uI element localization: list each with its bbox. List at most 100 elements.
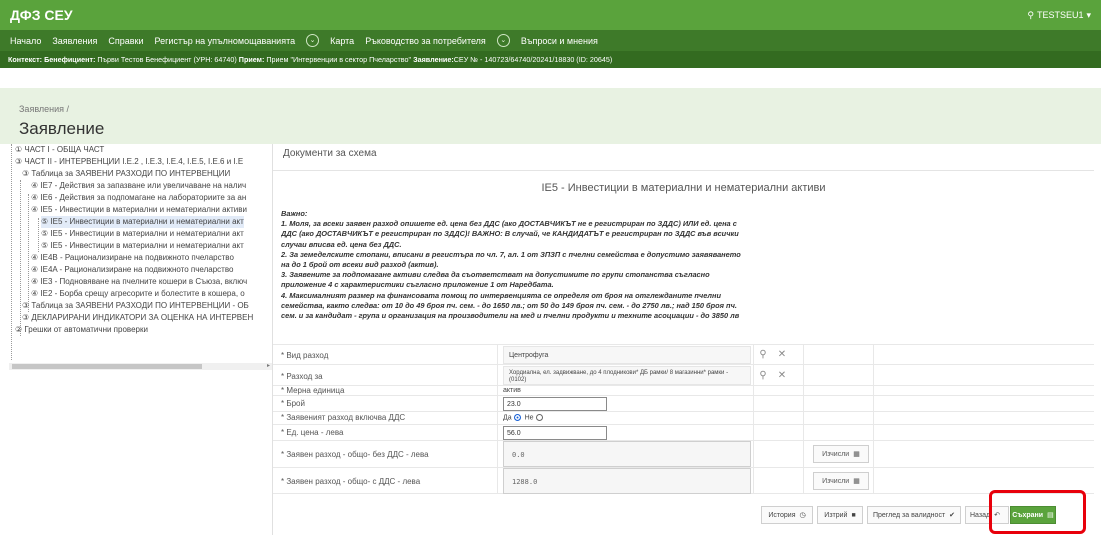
tree-node-expenses-table-2[interactable]: ③ Таблица за ЗАЯВЕНИ РАЗХОДИ ПО ИНТЕРВЕН… — [22, 300, 249, 312]
user-icon: ⚲ — [1027, 9, 1034, 20]
nav-home[interactable]: Начало — [10, 36, 41, 46]
tree-node-expenses-table[interactable]: ③ Таблица за ЗАЯВЕНИ РАЗХОДИ ПО ИНТЕРВЕН… — [22, 168, 230, 180]
scroll-right-icon[interactable]: ▸ — [267, 363, 270, 370]
form-row-total-vat: * Заявен разход - общо- с ДДС - лева 128… — [273, 467, 1094, 494]
unit-value: актив — [503, 387, 521, 394]
nav-questions[interactable]: Въпроси и мнения — [521, 36, 598, 46]
expense-for-select[interactable]: Хордиална, ел. задвижване, до 4 плоднико… — [503, 366, 751, 385]
search-icon[interactable]: ⚲ — [753, 367, 773, 385]
tree-node-ie5-item[interactable]: ⑤ IE5 - Инвестиции в материални и немате… — [41, 228, 244, 240]
user-menu[interactable]: ⚲ TESTSEU1 ▾ — [1027, 10, 1091, 21]
tree-node-ie5-item[interactable]: ⑤ IE5 - Инвестиции в материални и немате… — [41, 240, 244, 252]
calculate-button[interactable]: Изчисли ▦ — [813, 472, 869, 490]
validity-label: Преглед за валидност — [872, 511, 946, 519]
top-bar: ДФЗ СЕУ ⚲ TESTSEU1 ▾ — [0, 0, 1101, 30]
reception-value: Прием "Интервенции в сектор Пчеларство" — [266, 55, 412, 64]
back-label: Назад — [970, 511, 991, 519]
tree-node-part2[interactable]: ③ ЧАСТ II - ИНТЕРВЕНЦИИ I.E.2 , I.E.3, I… — [15, 156, 243, 168]
total-vat-value: 1288.0 — [503, 468, 751, 494]
form-row-expense-type: * Вид разход Центрофуга ⚲ ✕ — [273, 344, 1094, 364]
expense-type-select[interactable]: Центрофуга — [503, 346, 751, 364]
form-row-unit: * Мерна единица актив — [273, 385, 1094, 395]
panel-title: Документи за схема — [283, 148, 377, 159]
validity-check-button[interactable]: Преглед за валидност ✔ — [867, 506, 961, 524]
tree-node-indicators[interactable]: ③ ДЕКЛАРИРАНИ ИНДИКАТОРИ ЗА ОЦЕНКА НА ИН… — [22, 312, 253, 324]
nav-user-guide[interactable]: Ръководство за потребителя — [365, 36, 486, 46]
vat-yes-radio[interactable] — [513, 414, 521, 421]
context-label: Контекст: — [8, 55, 43, 64]
clear-icon[interactable]: ✕ — [772, 346, 792, 364]
tree-node-ie4a[interactable]: ④ IE4A - Рационализиране на подвижното п… — [31, 264, 233, 276]
user-name: TESTSEU1 — [1036, 10, 1084, 20]
scroll-thumb[interactable] — [12, 364, 202, 369]
calculate-label: Изчисли — [822, 450, 850, 458]
tree-node-ie7[interactable]: ④ IE7 - Действия за запазване или увелич… — [31, 180, 246, 192]
form-row-total-no-vat: * Заявен разход - общо- без ДДС - лева 0… — [273, 440, 1094, 467]
note-line: приложение 4 с характеристики съгласно п… — [281, 280, 554, 290]
nav-authorizations-registry[interactable]: Регистър на упълномощаванията — [155, 36, 296, 46]
chevron-down-icon[interactable]: ⌄ — [496, 34, 510, 47]
vat-no-radio[interactable] — [535, 414, 543, 421]
tree-horizontal-scrollbar[interactable]: ▸ — [9, 363, 272, 370]
tree-node-ie3[interactable]: ④ IE3 - Подновяване на пчелните кошери в… — [31, 276, 247, 288]
tree-node-ie5[interactable]: ④ IE5 - Инвестиции в материални и немате… — [31, 204, 247, 216]
tree-node-ie4b[interactable]: ④ IE4B - Рационализиране на подвижното п… — [31, 252, 234, 264]
form-row-unit-price: * Ед. цена - лева — [273, 424, 1094, 440]
vat-radio-group: Да Не — [503, 414, 545, 421]
note-line: сем. и за кандидат - група и организация… — [281, 311, 740, 321]
tree-node-ie5-item-selected[interactable]: ⑤ IE5 - Инвестиции в материални и немате… — [41, 216, 244, 228]
page-header: Заявления / Заявление — [0, 88, 1101, 144]
total-no-vat-value: 0.0 — [503, 441, 751, 467]
application-label: Заявление: — [413, 55, 454, 64]
tree-node-errors[interactable]: ② Грешки от автоматични проверки — [15, 324, 148, 336]
calculate-label: Изчисли — [822, 477, 850, 485]
calculate-button[interactable]: Изчисли ▦ — [813, 445, 869, 463]
note-line: 1. Моля, за всеки заявен разход опишете … — [281, 219, 737, 229]
tree-node-ie6[interactable]: ④ IE6 - Действия за подпомагане на лабор… — [31, 192, 246, 204]
clear-icon[interactable]: ✕ — [772, 367, 792, 385]
form-row-count: * Брой — [273, 395, 1094, 411]
nav-map[interactable]: Карта — [330, 36, 354, 46]
note-line: 3. Заявените за подпомагане активи следв… — [281, 270, 710, 280]
delete-button[interactable]: Изтрий ■ — [817, 506, 863, 524]
reception-label: Прием: — [238, 55, 265, 64]
vat-no-label: Не — [524, 414, 534, 422]
breadcrumb[interactable]: Заявления / — [19, 104, 1101, 114]
nav-reports[interactable]: Справки — [108, 36, 143, 46]
note-line: случаи вписва ед. цена без ДДС. — [281, 239, 402, 249]
expense-type-label: * Вид разход — [281, 351, 329, 360]
unit-price-input[interactable] — [503, 426, 607, 440]
nav-applications[interactable]: Заявления — [52, 36, 97, 46]
history-button[interactable]: История ◷ — [761, 506, 813, 524]
vat-label: * Заявеният разход включва ДДС — [281, 413, 406, 422]
form-title: IE5 - Инвестиции в материални и нематери… — [541, 182, 826, 194]
important-note: Важно: 1. Моля, за всеки заявен разход о… — [281, 209, 801, 321]
document-tree: ① ЧАСТ I - ОБЩА ЧАСТ ③ ЧАСТ II - ИНТЕРВЕ… — [9, 144, 272, 370]
unit-price-label: * Ед. цена - лева — [281, 428, 344, 437]
caret-down-icon: ▾ — [1086, 9, 1091, 20]
note-line: семейства, както следва: от 10 до 49 бро… — [281, 300, 737, 310]
note-line: 2. За земеделските стопани, вписани в ре… — [281, 249, 741, 259]
count-input[interactable] — [503, 397, 607, 411]
beneficiary-label: Бенефициент: — [44, 55, 96, 64]
main-panel: Документи за схема IE5 - Инвестиции в ма… — [272, 144, 1094, 535]
search-icon[interactable]: ⚲ — [753, 346, 773, 364]
history-label: История — [768, 511, 796, 519]
main-nav: Начало Заявления Справки Регистър на упъ… — [0, 30, 1101, 51]
note-line: 4. Максималният размер на финансовата по… — [281, 290, 721, 300]
spacer-band — [0, 68, 1101, 88]
context-bar: Контекст: Бенефициент: Първи Тестов Бене… — [0, 51, 1101, 68]
beneficiary-value: Първи Тестов Бенефициент (УРН: 64740) — [97, 55, 237, 64]
total-vat-label: * Заявен разход - общо- с ДДС - лева — [281, 477, 421, 486]
note-line: на до 1 брой от всеки вид разход (актив)… — [281, 260, 439, 270]
note-line: Важно: — [281, 209, 308, 218]
chevron-down-icon[interactable]: ⌄ — [306, 34, 320, 47]
delete-label: Изтрий — [824, 511, 848, 519]
application-value: СЕУ № - 140723/64740/20241/18830 (ID: 20… — [453, 55, 613, 64]
clock-icon: ◷ — [799, 512, 806, 519]
tree-node-ie2[interactable]: ④ IE2 - Борба срещу агресорите и болести… — [31, 288, 245, 300]
app-title: ДФЗ СЕУ — [10, 7, 73, 23]
tree-node-part1[interactable]: ① ЧАСТ I - ОБЩА ЧАСТ — [15, 144, 104, 156]
calculator-icon: ▦ — [853, 451, 860, 458]
divider — [273, 170, 1094, 171]
